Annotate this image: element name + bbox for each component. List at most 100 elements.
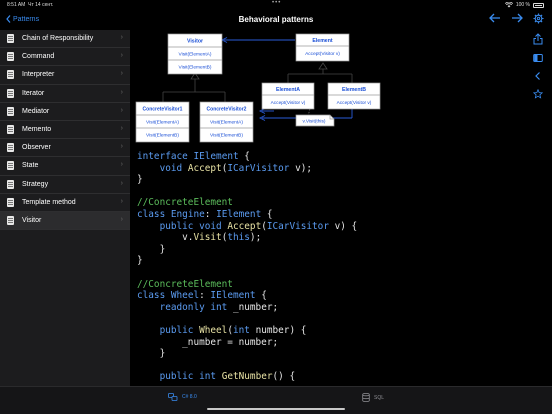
home-indicator[interactable] <box>207 408 345 410</box>
uml-note-text: v.Visit(this) <box>302 119 325 125</box>
uml-class-title: Visitor <box>187 39 203 45</box>
uml-method: Accept(Visitor v) <box>271 100 306 106</box>
uml-method: Visit(ElementA) <box>210 120 243 126</box>
sidebar-item-strategy[interactable]: Strategy › <box>0 176 130 194</box>
code-comment: //ConcreteElement <box>137 278 233 290</box>
document-icon <box>7 215 14 225</box>
uml-class-concrete-visitor-1: ConcreteVisitor1 Visit(ElementA) Visit(E… <box>135 101 190 143</box>
chevron-left-icon[interactable] <box>533 71 543 81</box>
code-line: v.Visit(this); <box>182 232 262 244</box>
uml-class-title: ElementA <box>276 87 300 93</box>
sidebar-item-visitor[interactable]: Visitor › <box>0 211 130 231</box>
bottom-tab-bar: C# 8.0 SQL <box>0 386 552 414</box>
battery-icon <box>533 2 544 8</box>
sidebar-item-label: Observer <box>22 144 51 152</box>
document-icon <box>7 161 14 171</box>
status-bar: 8:51 AM Чт 14 сент. ••• 100 % <box>0 0 552 10</box>
document-icon <box>7 34 14 44</box>
pattern-content: Visitor Visit(ElementA) Visit(ElementB) … <box>130 30 528 386</box>
uml-class-title: ElementB <box>342 87 366 93</box>
tab-label: SQL <box>374 394 385 401</box>
code-comment: //ConcreteElement <box>137 197 233 209</box>
chevron-right-icon: › <box>120 143 123 151</box>
sidebar-item-label: Memento <box>22 126 52 134</box>
uml-method: Accept(Visitor v) <box>305 51 340 57</box>
document-icon <box>7 70 14 80</box>
chevron-right-icon: › <box>120 34 123 41</box>
code-block: interface IElement { void Accept(ICarVis… <box>137 151 357 383</box>
tab-label: C# 8.0 <box>182 394 197 400</box>
uml-method: Accept(Visitor v) <box>337 100 372 106</box>
sidebar-item-label: State <box>22 162 39 170</box>
uml-class-element-b: ElementB Accept(Visitor v) <box>327 82 381 110</box>
share-icon[interactable] <box>533 33 543 45</box>
pattern-list: Chain of Responsibility › Command › Interp… <box>0 30 130 386</box>
document-icon <box>7 197 14 207</box>
sidebar-item-label: Strategy <box>22 180 49 188</box>
database-icon <box>362 393 370 402</box>
uml-class-title: Element <box>312 38 332 44</box>
sidebar-item-command[interactable]: Command › <box>0 48 130 67</box>
star-icon[interactable] <box>533 89 543 99</box>
sidebar-item-mediator[interactable]: Mediator › <box>0 103 130 121</box>
sidebar-item-template-method[interactable]: Template method › <box>0 194 130 212</box>
code-line: public int GetNumber() { <box>159 371 296 383</box>
navigation-bar: Patterns Behavioral patterns <box>0 10 552 30</box>
code-line: class Engine: IElement { <box>137 208 273 220</box>
uml-class-element: Element Accept(Visitor v) <box>295 33 350 62</box>
sidebar-item-label: Command <box>22 53 55 61</box>
uml-method: Visit(ElementA) <box>179 52 212 58</box>
arrow-left-icon[interactable] <box>489 13 501 23</box>
sidebar-item-memento[interactable]: Memento › <box>0 121 130 140</box>
code-line: } <box>159 348 166 360</box>
sidebar-item-label: Interpreter <box>22 71 55 79</box>
sidebar-item-label: Mediator <box>22 107 50 115</box>
code-line: } <box>137 174 143 186</box>
tab-csharp[interactable]: C# 8.0 <box>168 393 197 401</box>
uml-diagram: Visitor Visit(ElementA) Visit(ElementB) … <box>135 33 381 143</box>
document-icon <box>7 88 14 98</box>
code-line: void Accept(ICarVisitor v); <box>159 162 313 174</box>
document-icon <box>7 52 14 62</box>
document-icon <box>7 143 14 153</box>
sidebar-item-label: Chain of Responsibility <box>22 35 94 43</box>
chevron-right-icon: › <box>120 70 123 78</box>
sidebar-item-iterator[interactable]: Iterator › <box>0 85 130 103</box>
chevron-right-icon: › <box>120 179 123 187</box>
chevron-right-icon: › <box>120 106 123 114</box>
status-time: 8:51 AM Чт 14 сент. <box>7 2 54 8</box>
chevron-right-icon: › <box>120 197 123 205</box>
uml-method: Visit(ElementB) <box>210 133 243 139</box>
multitasking-dots[interactable]: ••• <box>272 0 281 6</box>
tab-sql[interactable]: SQL <box>362 393 384 402</box>
status-right: 100 % <box>504 2 544 8</box>
code-line: public void Accept(ICarVisitor v) { <box>159 220 358 232</box>
code-line: _number = number; <box>182 336 279 348</box>
chevron-right-icon: › <box>120 52 123 60</box>
code-line: readonly int _number; <box>159 301 279 313</box>
arrow-right-icon[interactable] <box>511 13 523 23</box>
sidebar-item-chain-of-responsibility[interactable]: Chain of Responsibility › <box>0 30 130 49</box>
battery-percent: 100 % <box>515 2 530 8</box>
uml-note: v.Visit(this) <box>295 114 335 127</box>
sidebar-item-state[interactable]: State › <box>0 157 130 176</box>
code-line: } <box>137 255 143 267</box>
code-line: public Wheel(int number) { <box>159 324 307 336</box>
gear-icon[interactable] <box>533 13 544 24</box>
sidebar-item-label: Visitor <box>22 216 42 224</box>
sidebar-toggle-icon[interactable] <box>533 53 543 63</box>
chevron-right-icon: › <box>120 215 123 223</box>
sidebar-item-interpreter[interactable]: Interpreter › <box>0 66 130 85</box>
uml-method: Visit(ElementB) <box>179 65 212 71</box>
chevron-right-icon: › <box>120 124 123 132</box>
document-icon <box>7 125 14 135</box>
document-icon <box>7 179 14 189</box>
document-icon <box>7 106 14 116</box>
uml-class-element-a: ElementA Accept(Visitor v) <box>261 82 315 110</box>
csharp-icon <box>168 393 178 401</box>
uml-class-concrete-visitor-2: ConcreteVisitor2 Visit(ElementA) Visit(E… <box>199 101 254 143</box>
sidebar-item-observer[interactable]: Observer › <box>0 139 130 158</box>
chevron-right-icon: › <box>120 161 123 169</box>
side-actions <box>533 33 543 99</box>
uml-method: Visit(ElementA) <box>146 120 179 126</box>
